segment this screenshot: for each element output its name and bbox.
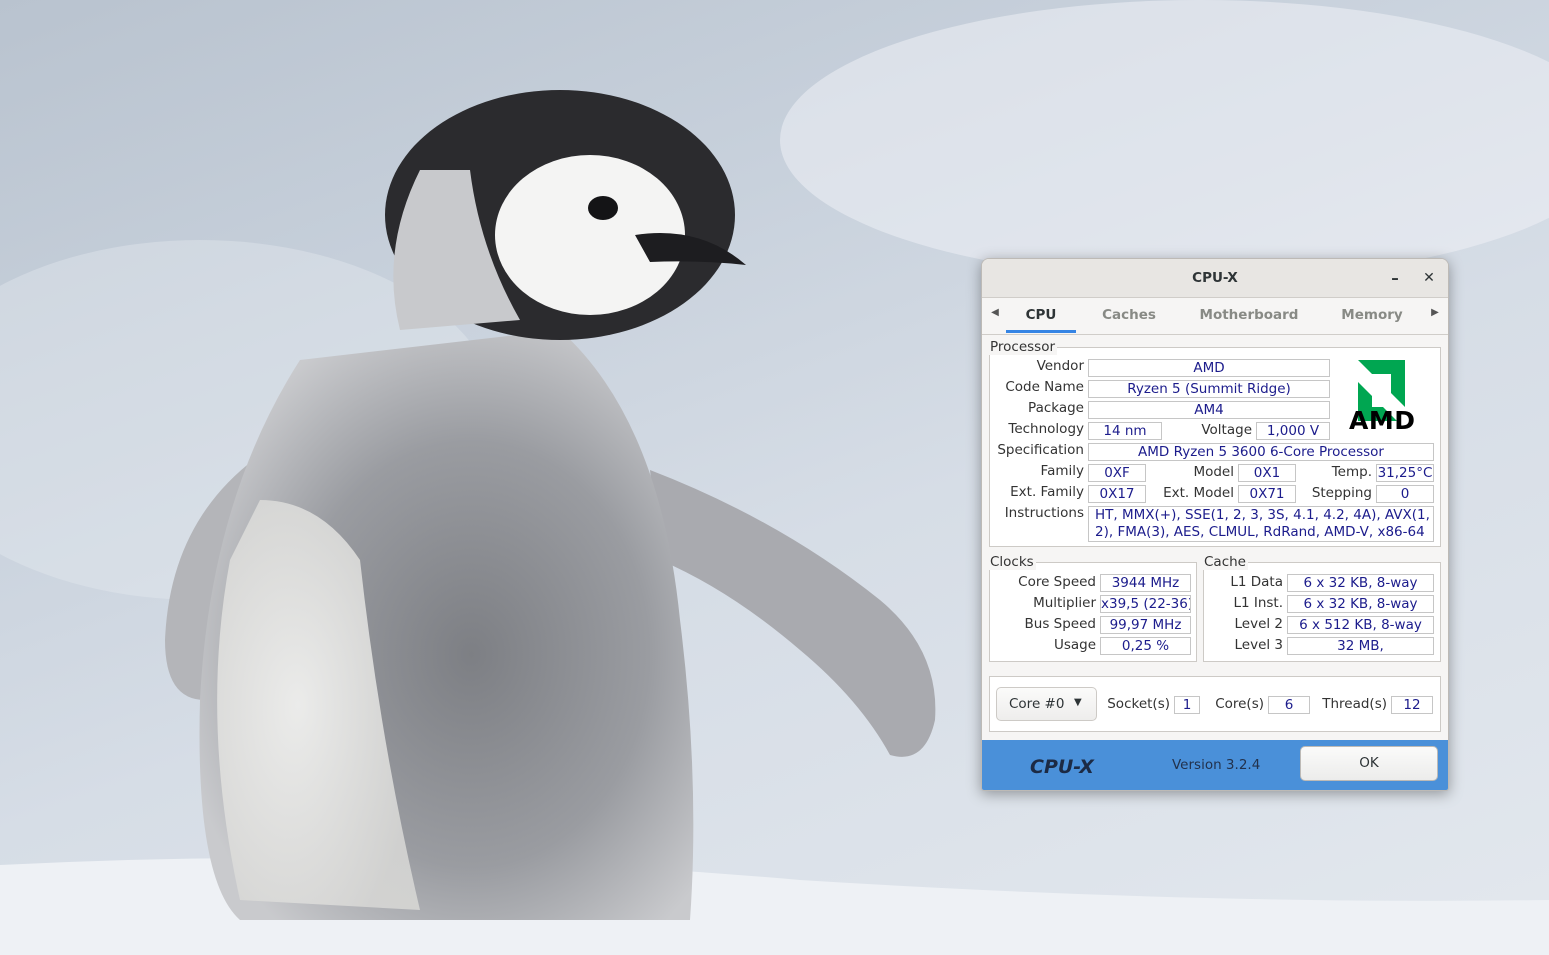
ext-family-value: 0X17 [1088,485,1146,503]
tab-motherboard[interactable]: Motherboard [1192,298,1306,333]
model-value: 0X1 [1238,464,1296,482]
ext-model-value: 0X71 [1238,485,1296,503]
minimize-icon[interactable]: – [1384,267,1406,289]
brand-label: CPU-X [1030,756,1094,778]
tab-cpu[interactable]: CPU [1006,298,1076,333]
cores-value: 6 [1268,696,1310,714]
vendor-value: AMD [1088,359,1330,377]
window-title: CPU-X [1192,270,1238,286]
l1-data-value: 6 x 32 KB, 8-way [1287,574,1434,592]
tab-bar: ◀ CPU Caches Motherboard Memory ▶ [982,298,1448,335]
usage-label: Usage [1053,637,1096,653]
down-triangle-icon: ▼ [1074,697,1082,708]
codename-value: Ryzen 5 (Summit Ridge) [1088,380,1330,398]
voltage-value: 1,000 V [1256,422,1330,440]
usage-value: 0,25 % [1100,637,1191,655]
instructions-value: HT, MMX(+), SSE(1, 2, 3, 3S, 4.1, 4.2, 4… [1088,506,1434,542]
core-speed-value: 3944 MHz [1100,574,1191,592]
cache-title: Cache [1202,554,1248,570]
version-label: Version 3.2.4 [1172,757,1261,773]
technology-value: 14 nm [1088,422,1162,440]
threads-label: Thread(s) [1322,696,1387,712]
voltage-label: Voltage [1201,422,1252,438]
ok-button[interactable]: OK [1300,746,1438,781]
close-icon[interactable]: ✕ [1418,267,1440,289]
specification-value: AMD Ryzen 5 3600 6-Core Processor [1088,443,1434,461]
threads-value: 12 [1391,696,1433,714]
clocks-title: Clocks [988,554,1036,570]
codename-label: Code Name [1005,379,1084,395]
multiplier-value: x39,5 (22-36) [1100,595,1191,613]
tab-caches[interactable]: Caches [1092,298,1166,333]
stepping-value: 0 [1376,485,1434,503]
temp-label: Temp. [1331,464,1372,480]
specification-label: Specification [997,442,1084,458]
amd-logo-text: AMD [1349,406,1416,435]
vendor-label: Vendor [1036,358,1084,374]
family-value: 0XF [1088,464,1146,482]
temp-value: 31,25°C [1376,464,1434,482]
stepping-label: Stepping [1311,485,1372,501]
package-value: AM4 [1088,401,1330,419]
sockets-label: Socket(s) [1107,696,1170,712]
tab-memory[interactable]: Memory [1334,298,1410,333]
cores-label: Core(s) [1215,696,1264,712]
left-triangle-icon[interactable]: ◀ [988,307,1002,323]
level2-label: Level 2 [1234,616,1283,632]
sockets-value: 1 [1174,696,1200,714]
ext-family-label: Ext. Family [1010,484,1084,500]
core-select-value: Core #0 [1009,696,1065,712]
title-bar[interactable]: CPU-X – ✕ [982,259,1448,298]
package-label: Package [1028,400,1084,416]
bus-speed-label: Bus Speed [1024,616,1096,632]
footer-bar: CPU-X Version 3.2.4 OK [982,740,1448,790]
amd-logo: AMD [1344,357,1434,437]
core-speed-label: Core Speed [1018,574,1096,590]
instructions-label: Instructions [1004,505,1084,521]
ext-model-label: Ext. Model [1163,485,1234,501]
l1-inst-label: L1 Inst. [1233,595,1283,611]
technology-label: Technology [1008,421,1084,437]
model-label: Model [1193,464,1234,480]
core-select[interactable]: Core #0 ▼ [996,687,1097,721]
level2-value: 6 x 512 KB, 8-way [1287,616,1434,634]
family-label: Family [1040,463,1084,479]
level3-value: 32 MB, [1287,637,1434,655]
l1-data-label: L1 Data [1230,574,1283,590]
right-triangle-icon[interactable]: ▶ [1428,307,1442,323]
cpu-x-window: CPU-X – ✕ ◀ CPU Caches Motherboard Memor… [981,258,1449,791]
l1-inst-value: 6 x 32 KB, 8-way [1287,595,1434,613]
multiplier-label: Multiplier [1033,595,1096,611]
level3-label: Level 3 [1234,637,1283,653]
bus-speed-value: 99,97 MHz [1100,616,1191,634]
processor-title: Processor [988,339,1058,355]
